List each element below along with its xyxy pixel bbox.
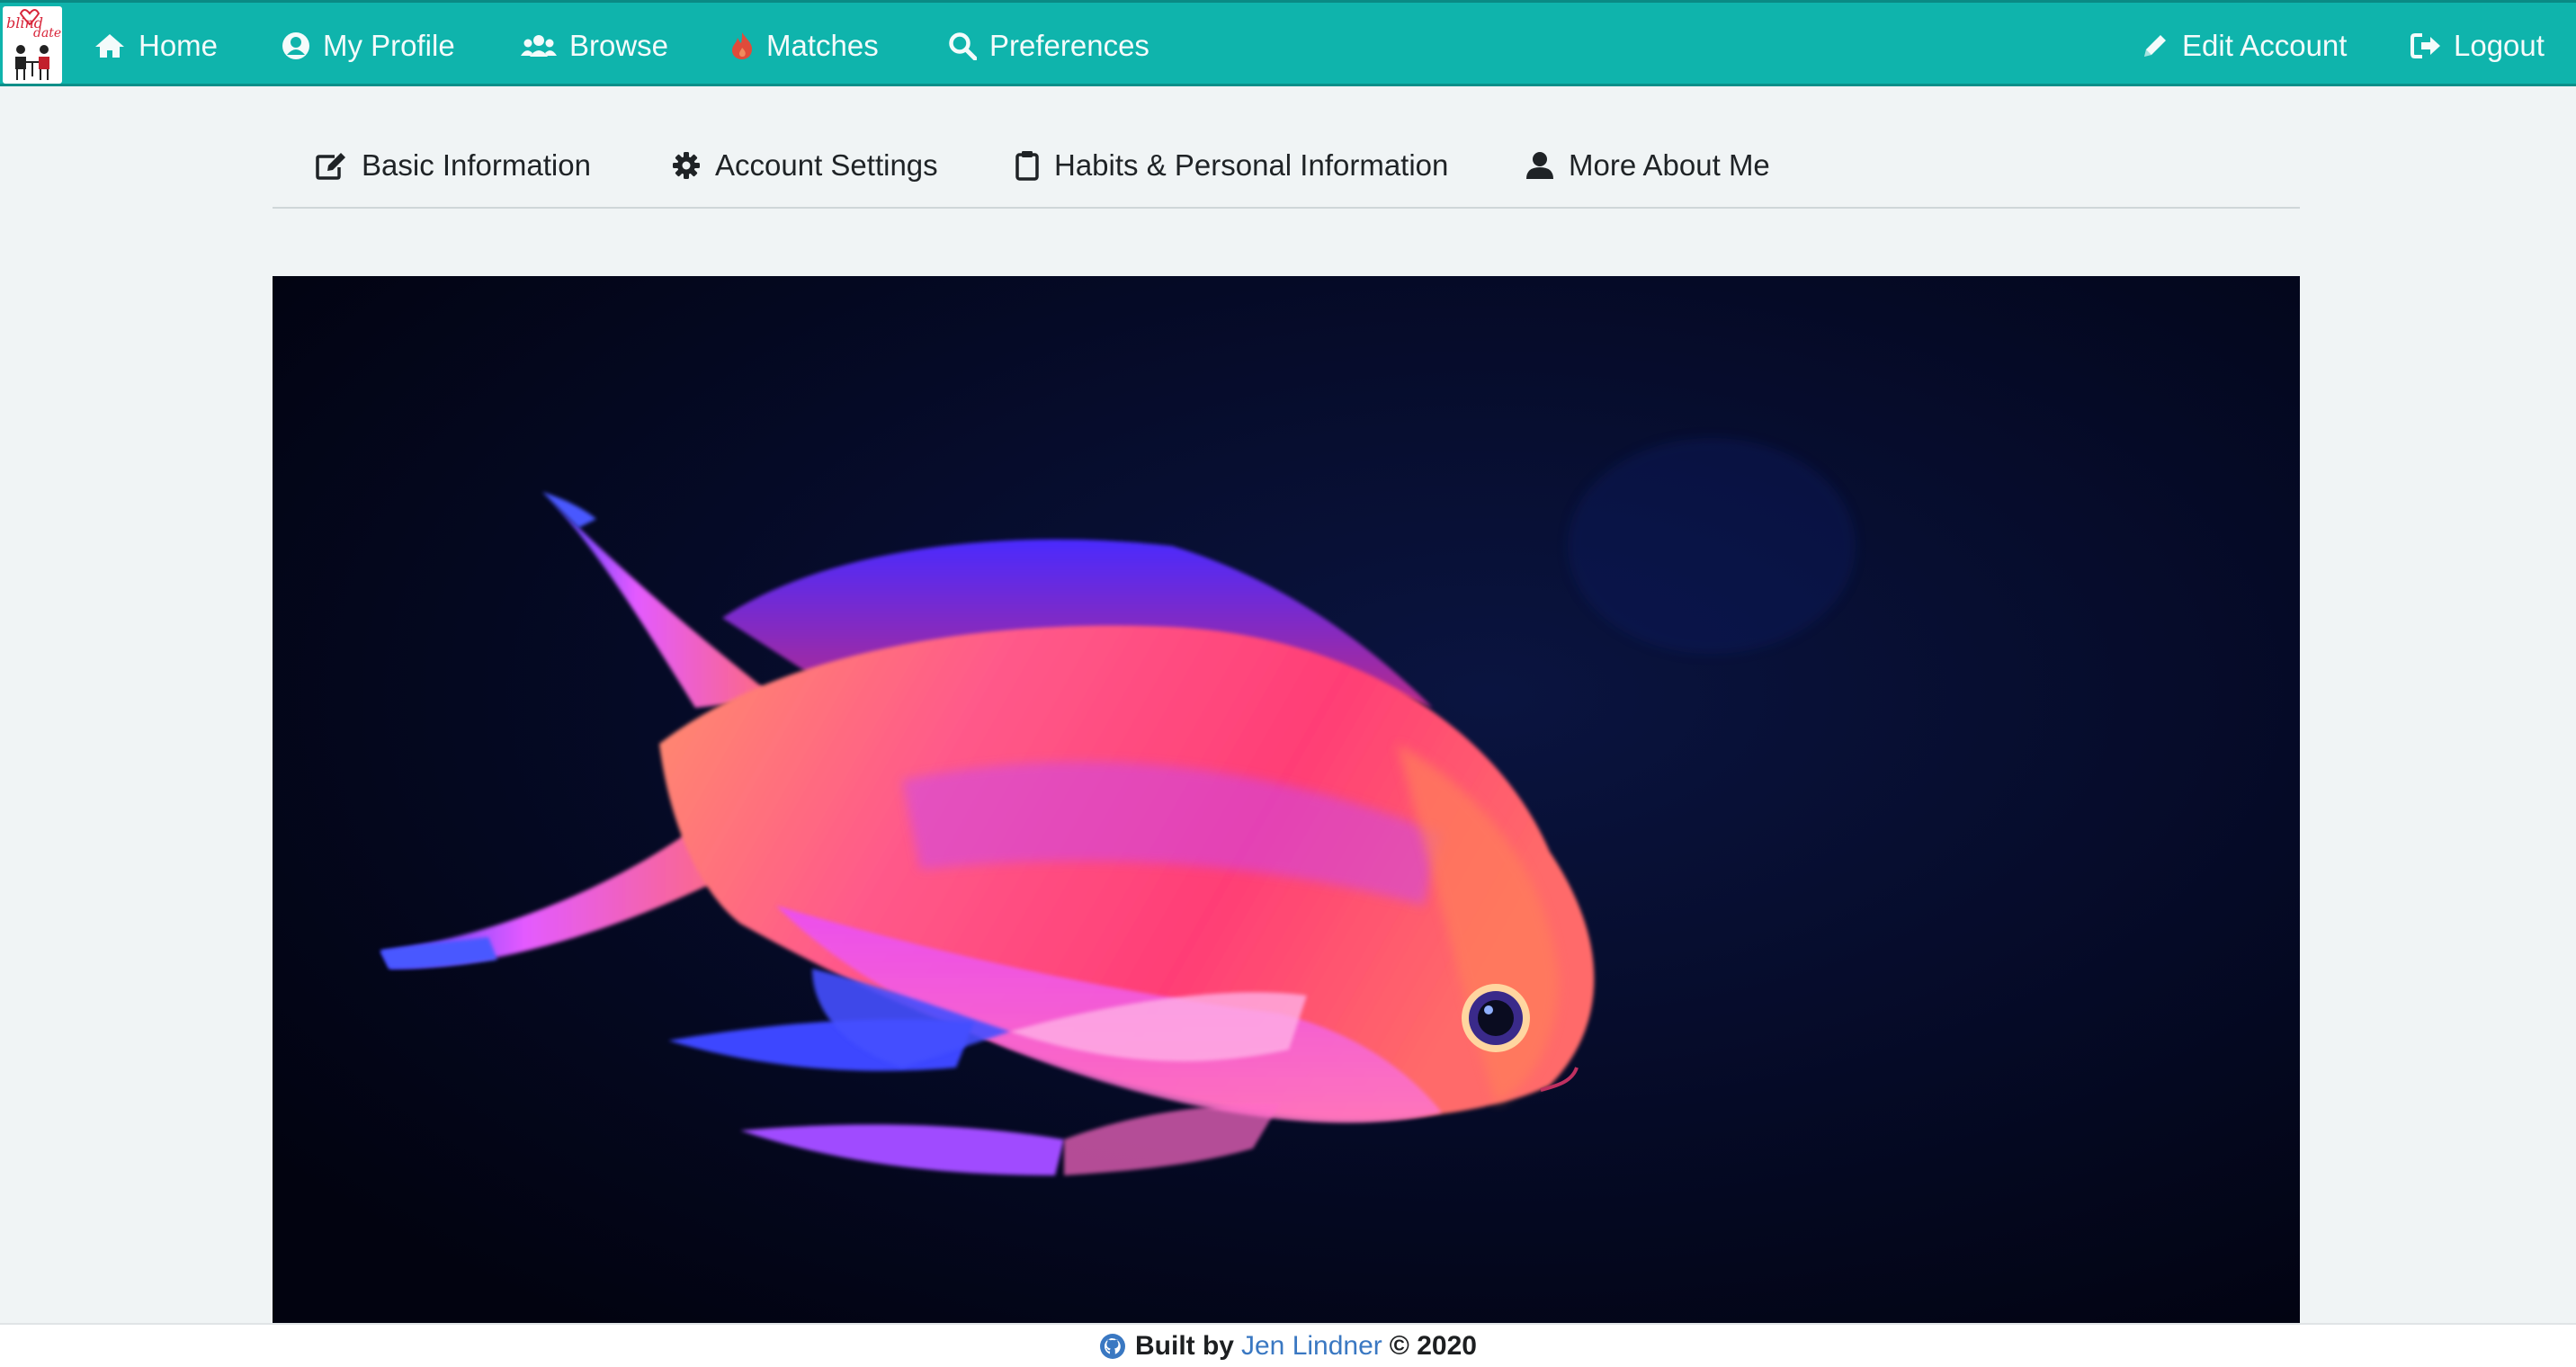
tab-more-about-me[interactable]: More About Me	[1525, 133, 1770, 198]
tab-basic-information-label: Basic Information	[362, 148, 591, 182]
nav-logout-label: Logout	[2454, 29, 2545, 62]
tab-habits-personal-information-label: Habits & Personal Information	[1054, 148, 1449, 182]
nav-home[interactable]: Home	[94, 3, 218, 89]
tab-account-settings-label: Account Settings	[715, 148, 938, 182]
footer: Built by Jen Lindner © 2020	[0, 1323, 2576, 1367]
nav-browse[interactable]: Browse	[521, 3, 668, 89]
couple-logo-icon: blind date	[6, 9, 61, 80]
top-navbar: blind date Home My Profile Browse Matche…	[0, 0, 2576, 86]
nav-home-label: Home	[139, 29, 219, 62]
tab-habits-personal-information[interactable]: Habits & Personal Information	[1015, 133, 1448, 198]
nav-my-profile-label: My Profile	[323, 29, 455, 62]
user-icon	[1525, 151, 1554, 180]
nav-edit-account[interactable]: Edit Account	[2141, 3, 2347, 89]
github-icon[interactable]	[1099, 1333, 1126, 1360]
svg-text:date: date	[33, 26, 61, 40]
nav-edit-account-label: Edit Account	[2182, 29, 2348, 62]
edit-icon	[315, 151, 347, 180]
footer-copyright: © 2020	[1389, 1330, 1477, 1361]
tab-more-about-me-label: More About Me	[1569, 148, 1770, 182]
pencil-icon	[2141, 31, 2169, 60]
nav-logout[interactable]: Logout	[2411, 3, 2545, 89]
profile-photo	[273, 276, 2300, 1323]
nav-matches-label: Matches	[766, 29, 879, 62]
profile-tabs: Basic Information Account Settings Habit…	[273, 133, 2300, 209]
nav-preferences[interactable]: Preferences	[948, 3, 1149, 89]
clipboard-icon	[1015, 150, 1040, 181]
footer-built-by: Built by	[1135, 1330, 1234, 1361]
nav-my-profile[interactable]: My Profile	[282, 3, 455, 89]
user-circle-icon	[282, 31, 310, 60]
tab-basic-information[interactable]: Basic Information	[315, 133, 591, 198]
sign-out-icon	[2411, 32, 2441, 59]
nav-browse-label: Browse	[569, 29, 669, 62]
home-icon	[94, 32, 126, 59]
nav-matches[interactable]: Matches	[730, 3, 879, 89]
fish-photo	[273, 276, 2300, 1323]
tab-account-settings[interactable]: Account Settings	[672, 133, 938, 198]
brand-logo[interactable]: blind date	[3, 6, 62, 84]
nav-preferences-label: Preferences	[989, 29, 1149, 62]
footer-author-link[interactable]: Jen Lindner	[1241, 1331, 1382, 1362]
users-icon	[521, 33, 557, 58]
search-icon	[948, 31, 977, 60]
flame-icon	[730, 31, 754, 60]
gear-icon	[672, 151, 701, 180]
